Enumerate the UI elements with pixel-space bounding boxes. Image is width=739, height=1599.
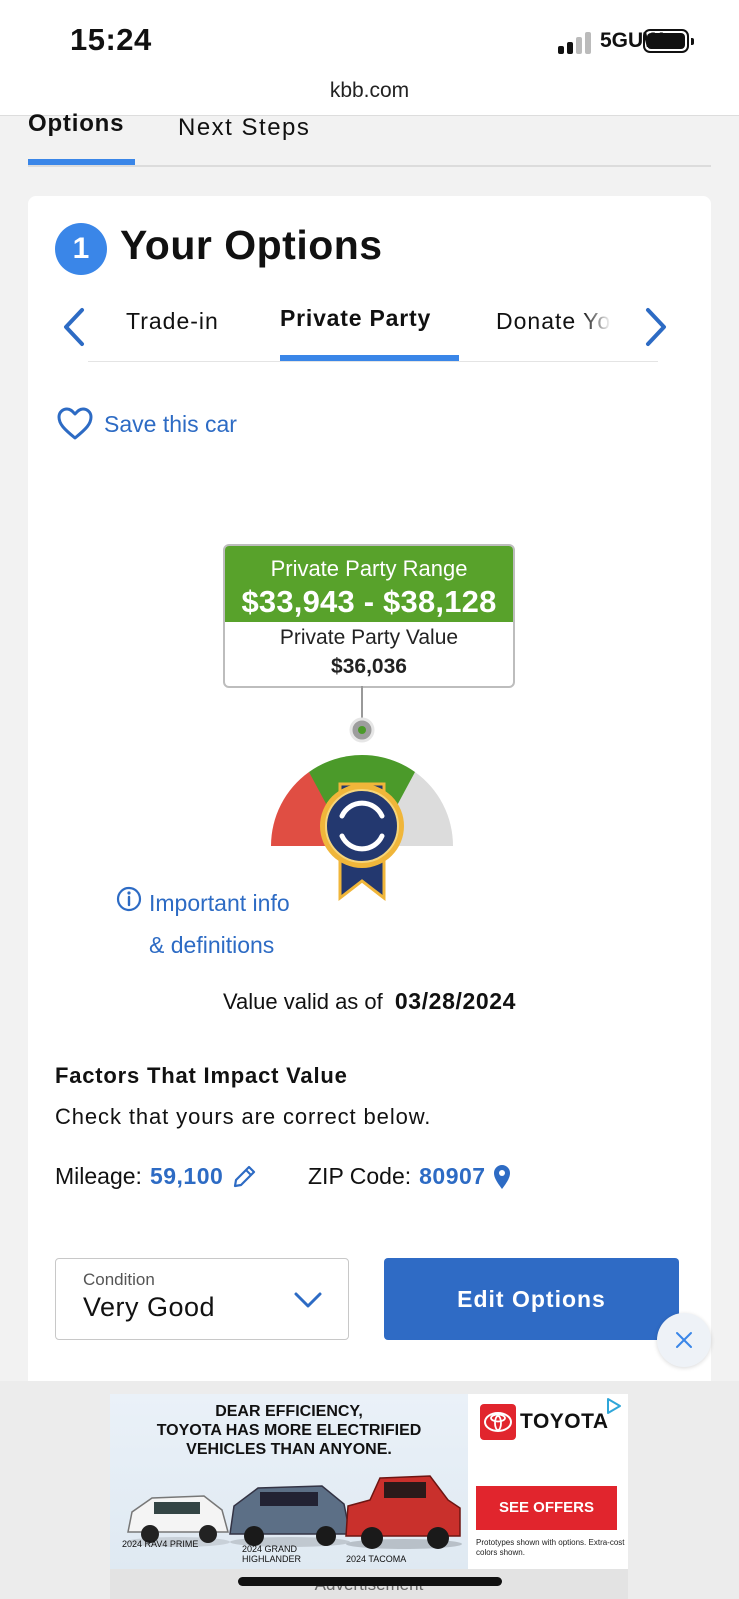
- battery-icon: [643, 29, 694, 53]
- range-header: Private Party Range $33,943 - $38,128: [225, 546, 513, 622]
- close-icon: [676, 1332, 692, 1348]
- pencil-icon[interactable]: [231, 1164, 257, 1190]
- valid-date: 03/28/2024: [394, 988, 517, 1014]
- ad-headline-line3: VEHICLES THAN ANYONE.: [186, 1441, 392, 1458]
- vehicles-image: [126, 1475, 462, 1549]
- page-title: Your Options: [120, 222, 383, 268]
- condition-select[interactable]: Condition Very Good: [55, 1258, 349, 1340]
- signal-icon: [558, 32, 594, 54]
- top-tabs: Options Next Steps: [0, 110, 739, 168]
- zip-row[interactable]: ZIP Code: 80907: [308, 1163, 512, 1190]
- status-bar: 15:24 5GUW: [0, 0, 739, 80]
- tab-options[interactable]: Options: [28, 110, 124, 138]
- tab-donate-label: Donate Yo: [496, 308, 612, 334]
- ad-caption-rav4: 2024 RAV4 PRIME: [122, 1539, 199, 1549]
- ad-caption-grand: 2024 GRAND: [242, 1544, 298, 1554]
- ad-headline: DEAR EFFICIENCY, TOYOTA HAS MORE ELECTRI…: [110, 1402, 468, 1459]
- value-type-tabs: Trade-in Private Party Donate Yo: [28, 294, 711, 370]
- mileage-value: 59,100: [149, 1163, 224, 1189]
- range-label: Private Party Range: [270, 556, 468, 581]
- mileage-row[interactable]: Mileage: 59,100: [55, 1163, 257, 1190]
- value-gauge: [271, 686, 453, 902]
- adchoices-icon[interactable]: [604, 1397, 622, 1415]
- close-ad-button[interactable]: [657, 1313, 711, 1367]
- ad-caption-highlander: HIGHLANDER: [242, 1554, 302, 1564]
- tabs-divider: [28, 165, 711, 167]
- save-car-link[interactable]: Save this car: [56, 406, 237, 442]
- info-link-line2: & definitions: [149, 932, 275, 958]
- chevron-down-icon: [294, 1292, 322, 1308]
- condition-value: Very Good: [83, 1292, 216, 1322]
- valid-label: Value valid as of: [222, 989, 383, 1014]
- ad-brand-panel: TOYOTA SEE OFFERS Prototypes shown with …: [468, 1394, 628, 1569]
- chevron-left-icon[interactable]: [56, 302, 96, 352]
- status-time: 15:24: [70, 22, 152, 57]
- tab-next-steps[interactable]: Next Steps: [178, 114, 310, 142]
- ad-disclaimer: Prototypes shown with options. Extra-cos…: [476, 1538, 625, 1557]
- value-label: Private Party Value: [279, 626, 459, 649]
- range-value: $33,943 - $38,128: [241, 584, 497, 619]
- value-section: Private Party Value $36,036: [225, 622, 513, 679]
- tab-donate[interactable]: Donate Yo: [468, 306, 628, 346]
- tab-trade-in[interactable]: Trade-in: [126, 308, 219, 335]
- step-badge: 1: [55, 223, 107, 275]
- condition-label: Condition: [83, 1270, 155, 1289]
- map-pin-icon[interactable]: [492, 1164, 512, 1190]
- chevron-right-icon[interactable]: [634, 302, 674, 352]
- zip-value: 80907: [419, 1163, 486, 1189]
- ad-caption-tacoma: 2024 TACOMA: [346, 1554, 407, 1564]
- toyota-logo-icon: [480, 1404, 516, 1440]
- info-link-line1: Important info: [149, 890, 290, 916]
- zip-label: ZIP Code:: [308, 1163, 412, 1189]
- ad-headline-line1: DEAR EFFICIENCY,: [215, 1403, 363, 1420]
- toyota-ad[interactable]: DEAR EFFICIENCY, TOYOTA HAS MORE ELECTRI…: [110, 1394, 628, 1599]
- valid-date-row: Value valid as of 03/28/2024: [28, 988, 711, 1015]
- price-range-box: Private Party Range $33,943 - $38,128 Pr…: [223, 544, 515, 688]
- ad-creative: DEAR EFFICIENCY, TOYOTA HAS MORE ELECTRI…: [110, 1394, 468, 1569]
- home-indicator[interactable]: [238, 1577, 502, 1586]
- ad-headline-line2: TOYOTA HAS MORE ELECTRIFIED: [156, 1422, 422, 1439]
- see-offers-button[interactable]: SEE OFFERS: [476, 1486, 617, 1530]
- ad-brand: TOYOTA: [520, 1410, 609, 1433]
- options-card: 1 Your Options Trade-in Private Party Do…: [28, 196, 711, 1396]
- factors-heading: Factors That Impact Value: [55, 1063, 348, 1088]
- edit-options-button[interactable]: Edit Options: [384, 1258, 679, 1340]
- url-text: kbb.com: [329, 79, 410, 102]
- tab-private-party[interactable]: Private Party: [280, 305, 431, 332]
- heart-icon: [57, 407, 93, 440]
- mileage-label: Mileage:: [55, 1163, 142, 1189]
- save-car-label: Save this car: [104, 410, 237, 437]
- info-icon: [116, 886, 142, 912]
- value-amount: $36,036: [331, 655, 407, 678]
- kbb-ribbon-icon: [320, 782, 404, 902]
- factors-subtitle: Check that yours are correct below.: [55, 1104, 432, 1129]
- value-tabs-divider: [88, 361, 658, 362]
